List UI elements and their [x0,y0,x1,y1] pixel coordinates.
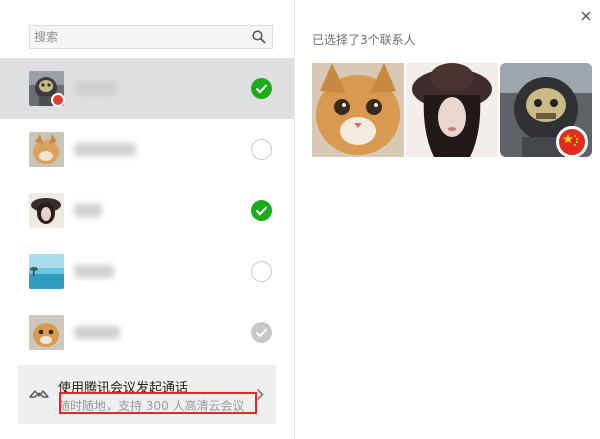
girl-hat-avatar[interactable] [406,63,498,157]
cat-avatar [29,132,64,167]
contact-row[interactable] [0,180,294,241]
contact-name-blurred [74,265,114,278]
landscape-avatar [29,254,64,289]
search-input[interactable] [34,28,244,46]
selected-avatar-grid [312,63,592,157]
checkbox-checked-icon[interactable] [251,200,272,221]
search-box[interactable] [29,25,273,49]
cat-avatar [29,315,64,350]
close-icon[interactable] [581,11,591,21]
cat-avatar[interactable] [312,63,404,157]
flag-badge-icon [51,93,65,107]
checkbox-disabled-icon [251,322,272,343]
annotation-highlight-box [59,392,257,414]
checkbox-checked-icon[interactable] [251,78,272,99]
chevron-right-icon [257,389,264,400]
contact-row[interactable] [0,119,294,180]
contact-name-blurred [74,326,120,339]
contact-row[interactable] [0,58,294,119]
contact-name-blurred [74,204,102,217]
selected-contacts-pane: 已选择了3个联系人 [296,0,600,439]
search-icon[interactable] [252,30,266,44]
checkbox-unchecked-icon[interactable] [251,139,272,160]
contact-name-blurred [74,82,118,95]
selected-count-label: 已选择了3个联系人 [312,33,416,47]
tencent-meeting-icon [29,390,49,398]
select-contacts-dialog: 使用腾讯会议发起通话 随时随地，支持 300 人高清云会议 已选择了3个联系人 [0,0,600,439]
contact-picker-pane: 使用腾讯会议发起通话 随时随地，支持 300 人高清云会议 [0,0,295,439]
contact-list [0,58,294,363]
contact-row[interactable] [0,302,294,363]
checkbox-unchecked-icon[interactable] [251,261,272,282]
girl-hat-avatar [29,193,64,228]
contact-name-blurred [74,143,136,156]
tencent-meeting-button[interactable]: 使用腾讯会议发起通话 随时随地，支持 300 人高清云会议 [18,365,276,424]
china-flag-icon [556,126,588,158]
contact-row[interactable] [0,241,294,302]
